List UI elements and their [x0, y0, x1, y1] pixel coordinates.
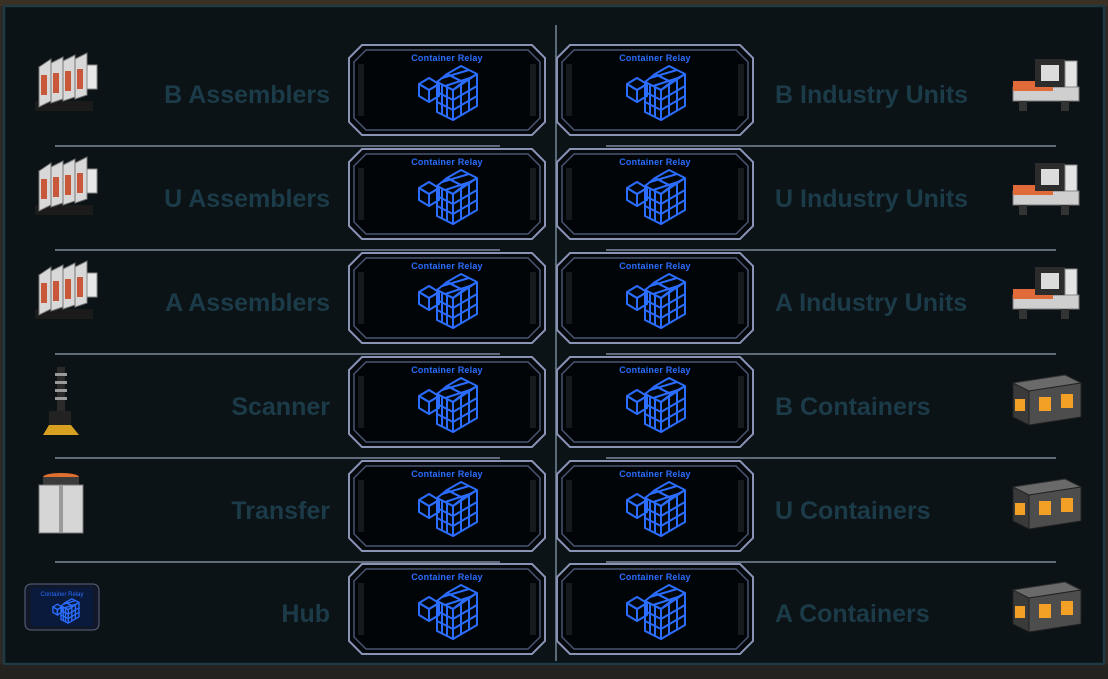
right-row-label: A Containers	[775, 600, 930, 628]
left-row-label: B Assemblers	[164, 81, 330, 109]
container-relay-screen: B Assemblers Container Relay Container R…	[3, 5, 1105, 665]
row-separator	[55, 249, 500, 251]
row-separator	[606, 457, 1056, 459]
relay-card-title: Container Relay	[619, 365, 691, 375]
container-crate-icon	[1005, 363, 1085, 435]
relay-button-right-1[interactable]: Container Relay	[556, 44, 754, 136]
right-row-label: U Containers	[775, 497, 931, 525]
relay-card-title: Container Relay	[411, 157, 483, 167]
relay-button-right-6[interactable]: Container Relay	[556, 563, 754, 655]
container-crate-icon	[1005, 467, 1085, 539]
industry-unit-icon	[1005, 259, 1085, 331]
relay-card-title: Container Relay	[619, 469, 691, 479]
left-row-label: A Assemblers	[165, 289, 330, 317]
relay-card-title: Container Relay	[411, 53, 483, 63]
relay-card-title: Container Relay	[619, 53, 691, 63]
industry-unit-icon	[1005, 155, 1085, 227]
relay-button-left-2[interactable]: Container Relay	[348, 148, 546, 240]
right-row-label: B Industry Units	[775, 81, 969, 109]
left-row-label: Transfer	[231, 497, 330, 525]
right-row-label: U Industry Units	[775, 185, 969, 213]
industry-unit-icon	[1005, 51, 1085, 123]
container-crate-icon	[1005, 570, 1085, 642]
left-row-label: Hub	[281, 600, 330, 628]
row-separator	[606, 145, 1056, 147]
relay-card-title: Container Relay	[619, 261, 691, 271]
row-separator	[55, 457, 500, 459]
relay-card-title: Container Relay	[411, 365, 483, 375]
relay-button-right-2[interactable]: Container Relay	[556, 148, 754, 240]
left-row-label: Scanner	[231, 393, 330, 421]
relay-button-left-4[interactable]: Container Relay	[348, 356, 546, 448]
row-separator	[606, 249, 1056, 251]
relay-card-title: Container Relay	[619, 572, 691, 582]
left-row-label: U Assemblers	[164, 185, 330, 213]
relay-button-left-3[interactable]: Container Relay	[348, 252, 546, 344]
relay-button-left-1[interactable]: Container Relay	[348, 44, 546, 136]
relay-button-left-5[interactable]: Container Relay	[348, 460, 546, 552]
relay-button-right-4[interactable]: Container Relay	[556, 356, 754, 448]
row-separator	[606, 353, 1056, 355]
relay-card-title: Container Relay	[411, 469, 483, 479]
relay-card-title: Container Relay	[411, 572, 483, 582]
game-world-bottom	[0, 664, 1108, 679]
relay-button-left-6[interactable]: Container Relay	[348, 563, 546, 655]
row-separator	[55, 145, 500, 147]
relay-card-title: Container Relay	[411, 261, 483, 271]
right-row-label: B Containers	[775, 393, 931, 421]
row-separator	[55, 353, 500, 355]
relay-button-right-5[interactable]: Container Relay	[556, 460, 754, 552]
right-row-label: A Industry Units	[775, 289, 968, 317]
relay-button-right-3[interactable]: Container Relay	[556, 252, 754, 344]
relay-card-title: Container Relay	[619, 157, 691, 167]
